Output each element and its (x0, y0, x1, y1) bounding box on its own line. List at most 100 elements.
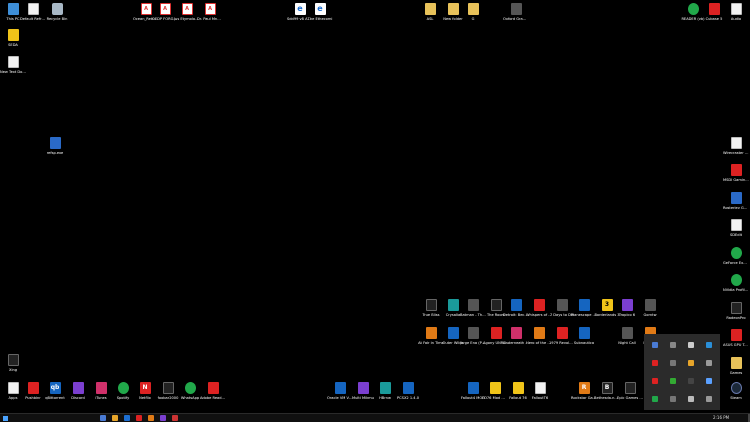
desktop-icon[interactable]: SDEdit (723, 219, 749, 237)
folder-icon (424, 3, 436, 15)
tray-icon[interactable] (652, 378, 658, 384)
desktop-icon-label: The Ethecomi (307, 17, 333, 21)
game-icon (533, 299, 545, 311)
desktop-icon-label: New Text Document... (0, 70, 26, 74)
torrent-icon: qb (49, 382, 61, 394)
desktop-icon[interactable]: Recycle Bin (44, 3, 70, 21)
document-icon (27, 3, 39, 15)
desktop-icon[interactable]: G (460, 3, 486, 21)
tray-icon[interactable] (652, 360, 658, 366)
desktop-icon[interactable]: Xing (0, 354, 26, 372)
taskbar-pinned-app[interactable] (136, 415, 142, 421)
game-icon (510, 299, 522, 311)
game-icon (556, 327, 568, 339)
game-icon (447, 299, 459, 311)
hidden-tray-icons-popup (644, 334, 720, 410)
tray-icon[interactable] (706, 396, 712, 402)
desktop-icon-label: Audio (730, 17, 742, 21)
pdf-icon: A (204, 3, 216, 15)
desktop-icon[interactable]: GeForce Experience (723, 247, 749, 265)
tray-icon[interactable] (706, 360, 712, 366)
tray-icon[interactable] (688, 360, 694, 366)
taskbar-pinned-app[interactable] (160, 415, 166, 421)
app-icon (730, 329, 742, 341)
desktop-icon-label: refsp.exe (46, 151, 64, 155)
desktop-icon[interactable]: NVidia Profile I... (723, 274, 749, 292)
tray-icon[interactable] (670, 378, 676, 384)
desktop-icon-label: MSDI Gaming Headset (723, 178, 749, 182)
tray-icon[interactable] (688, 342, 694, 348)
desktop-icon[interactable]: Adobe Reade... (200, 382, 226, 400)
tray-icon[interactable] (670, 342, 676, 348)
desktop-icon[interactable]: SEDA (0, 29, 26, 47)
game-icon (425, 299, 437, 311)
taskbar-pinned-app[interactable] (124, 415, 130, 421)
desktop-icon[interactable]: e The Ethecomi (307, 3, 333, 21)
app-icon (510, 3, 522, 15)
cubase-icon (708, 3, 720, 15)
folder-icon (447, 3, 459, 15)
desktop-icon[interactable]: Audio (723, 3, 749, 21)
game-icon (578, 327, 590, 339)
tray-icon[interactable] (706, 378, 712, 384)
desktop-icon[interactable]: Oxford Grammar F... (503, 3, 529, 21)
taskbar-pinned-app[interactable] (148, 415, 154, 421)
desktop-icon[interactable]: New Text Document... (0, 56, 26, 74)
desktop-icon[interactable]: Default Refresh (20, 3, 46, 21)
desktop-icon[interactable]: Gorntw (637, 299, 663, 317)
desktop-icon[interactable]: ASUS GPU Tweak II (723, 329, 749, 347)
discord-icon (72, 382, 84, 394)
tray-icon[interactable] (670, 360, 676, 366)
desktop-icon[interactable]: FalloutT6 (527, 382, 553, 400)
document-icon (730, 3, 742, 15)
itunes-icon (95, 382, 107, 394)
adobe-reader-icon (207, 382, 219, 394)
desktop-icon[interactable]: Subnautica (571, 327, 597, 345)
desktop-icon-label: Wirecraster Fixer (723, 151, 749, 155)
taskbar-clock[interactable]: 2:16 PM (713, 415, 729, 421)
spotify-icon (117, 382, 129, 394)
game-icon (512, 382, 524, 394)
desktop-icon[interactable]: Rosteriev Gaming (723, 192, 749, 210)
desktop-icon[interactable]: MSDI Gaming Headset (723, 164, 749, 182)
game-icon (510, 327, 522, 339)
desktop-icon[interactable]: refsp.exe (42, 137, 68, 155)
taskbar-pinned-app[interactable] (172, 415, 178, 421)
folder-icon (730, 357, 742, 369)
desktop-icon[interactable]: PCSX2 1.4.0 (395, 382, 421, 400)
steam-icon (730, 382, 742, 394)
desktop-icon[interactable]: Wirecraster Fixer (723, 137, 749, 155)
game-icon: 3 (601, 299, 613, 311)
bethesda-icon: B (601, 382, 613, 394)
taskbar-pinned-app[interactable] (112, 415, 118, 421)
taskbar-pinned-app[interactable] (100, 415, 106, 421)
tray-icon[interactable] (652, 396, 658, 402)
pdf-icon: A (181, 3, 193, 15)
desktop: This PC Default Refresh Recycle Bin A Ocean_… (0, 0, 750, 413)
app-icon (730, 192, 742, 204)
foobar-icon (162, 382, 174, 394)
game-icon (644, 299, 656, 311)
app-icon (357, 382, 369, 394)
recycle-bin-icon (51, 3, 63, 15)
app-icon (379, 382, 391, 394)
desktop-icon-label: ASUS GPU Tweak II (723, 343, 749, 347)
start-button[interactable] (3, 416, 8, 421)
document-icon (7, 382, 19, 394)
tray-icon[interactable] (688, 378, 694, 384)
desktop-icon[interactable]: Steam (723, 382, 749, 400)
desktop-icon-label: GeForce Experience (723, 261, 749, 265)
desktop-icon[interactable]: RadeonPro (723, 302, 749, 320)
document-icon (730, 137, 742, 149)
app-icon (730, 164, 742, 176)
desktop-icon[interactable]: Games (723, 357, 749, 375)
tray-icon[interactable] (652, 342, 658, 348)
app-icon (730, 302, 742, 314)
desktop-icon[interactable]: A Dr. Paul Mnen00.pdf (197, 3, 223, 21)
tray-icon[interactable] (688, 396, 694, 402)
tray-icon[interactable] (706, 342, 712, 348)
tray-icon[interactable] (670, 396, 676, 402)
desktop-icon-label: Dr. Paul Mnen00.pdf (197, 17, 223, 21)
app-icon (27, 382, 39, 394)
whatsapp-icon (184, 382, 196, 394)
